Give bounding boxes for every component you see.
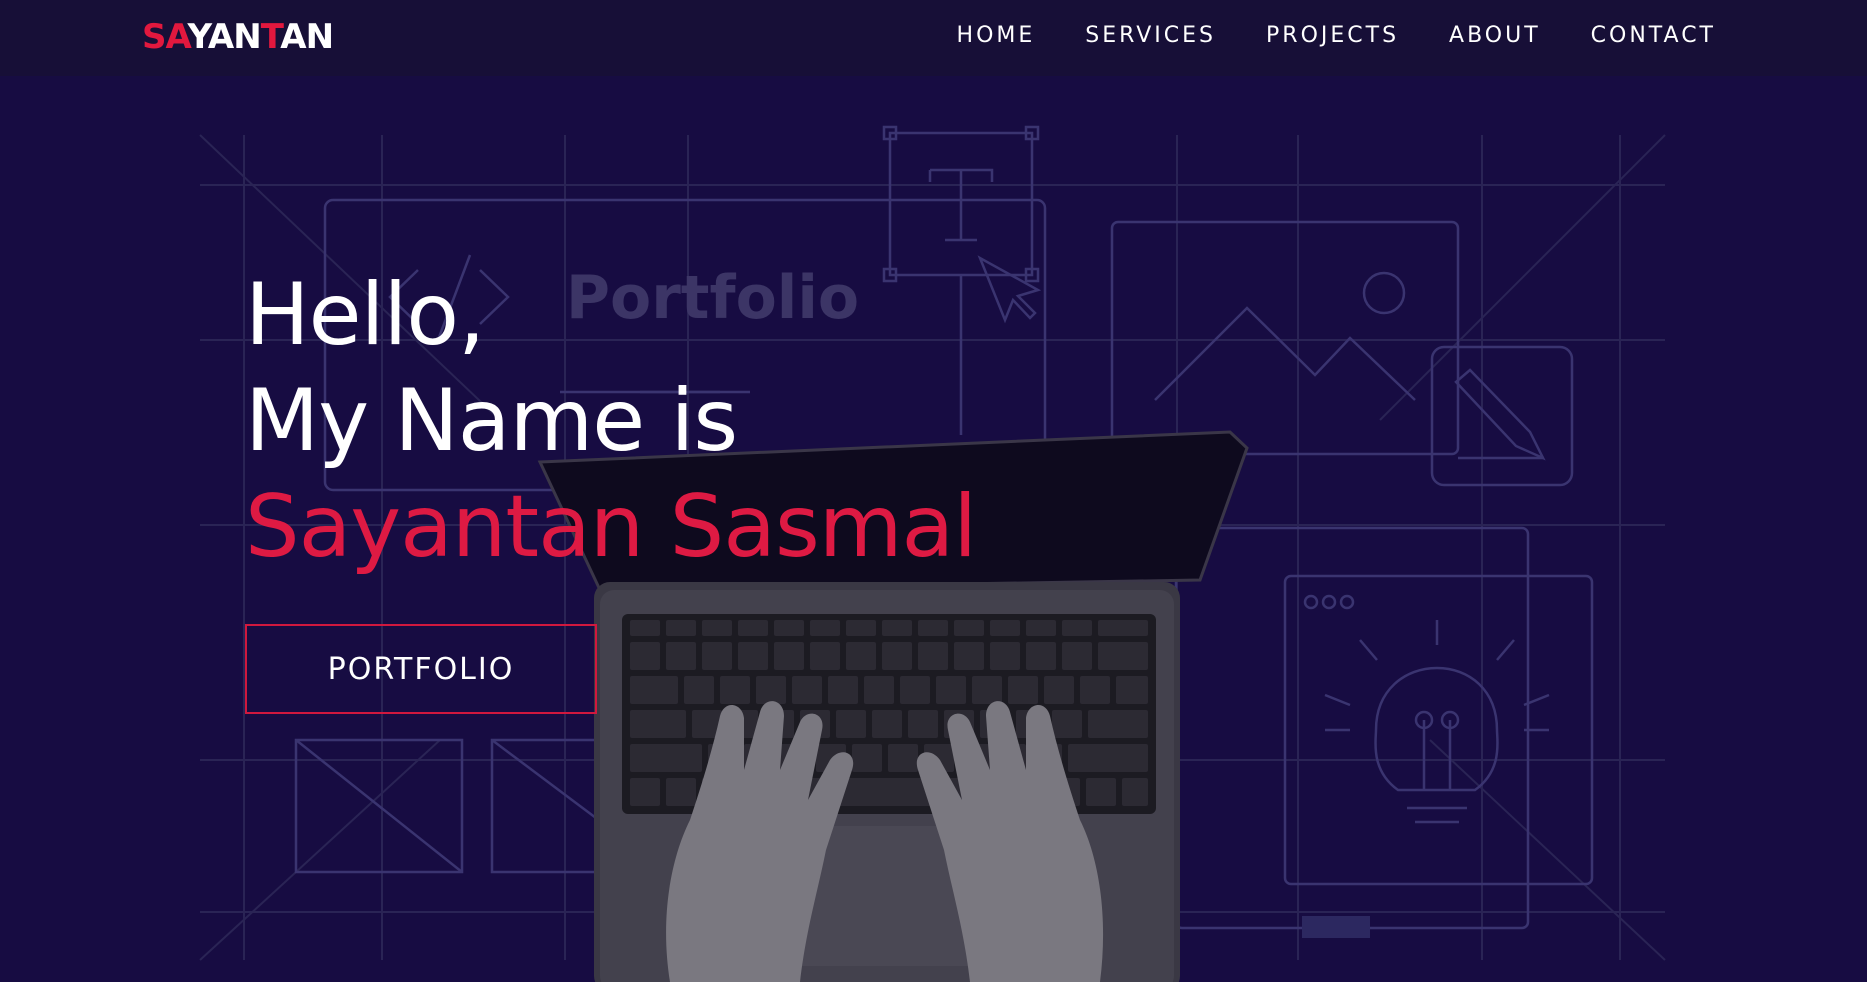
- hero-name: Sayantan Sasmal: [245, 477, 977, 577]
- logo-part-3: T: [260, 17, 282, 57]
- hero-intro: My Name is: [245, 371, 738, 471]
- logo[interactable]: SAYANTAN: [142, 15, 334, 59]
- navbar: SAYANTAN HOME SERVICES PROJECTS ABOUT CO…: [0, 0, 1867, 76]
- page: Portfolio SAYANTAN HOME SERVICES PROJECT…: [0, 0, 1867, 982]
- nav-link-projects[interactable]: PROJECTS: [1266, 18, 1399, 54]
- hero-heading: Hello, My Name is Sayantan Sasmal: [245, 262, 977, 580]
- nav-link-contact[interactable]: CONTACT: [1591, 18, 1716, 54]
- logo-part-4: AN: [280, 17, 334, 57]
- logo-part-2: YAN: [187, 17, 262, 57]
- portfolio-button[interactable]: PORTFOLIO: [245, 624, 597, 714]
- hero-greeting: Hello,: [245, 265, 485, 365]
- logo-part-1: SA: [142, 17, 189, 57]
- nav-link-home[interactable]: HOME: [957, 18, 1036, 54]
- nav-links: HOME SERVICES PROJECTS ABOUT CONTACT: [907, 18, 1716, 54]
- nav-link-about[interactable]: ABOUT: [1449, 18, 1541, 54]
- nav-link-services[interactable]: SERVICES: [1085, 18, 1216, 54]
